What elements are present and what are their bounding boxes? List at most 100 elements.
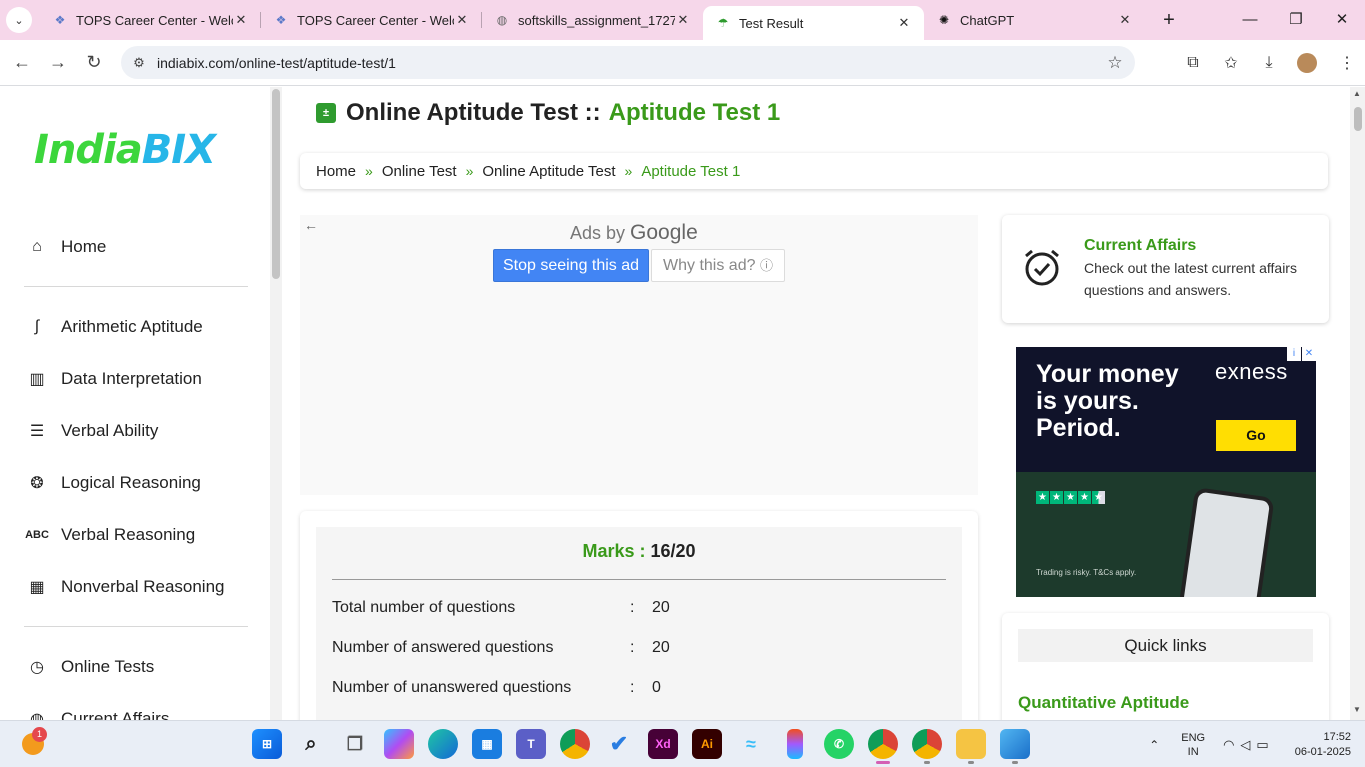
result-row-colon: : <box>630 679 635 696</box>
sidebar-scrollbar-thumb[interactable] <box>272 89 280 279</box>
bookmarks-icon[interactable]: ✩ <box>1213 53 1249 73</box>
site-info-icon[interactable]: ⚙ <box>121 55 157 71</box>
sidebar-item-verbal-ability[interactable]: ☰ Verbal Ability <box>24 416 159 446</box>
chrome-profile-icon[interactable] <box>868 729 898 764</box>
current-affairs-title[interactable]: Current Affairs <box>1084 237 1196 255</box>
back-icon[interactable]: ← <box>4 52 40 73</box>
exness-display-ad[interactable]: i ✕ Your money is yours. Period. exness … <box>1016 347 1316 597</box>
url-text[interactable]: indiabix.com/online-test/aptitude-test/1 <box>157 55 1095 71</box>
ad-headline-line: is yours. <box>1036 387 1139 415</box>
forward-icon[interactable]: → <box>40 52 76 73</box>
clock-icon: ◷ <box>30 659 44 676</box>
search-icon[interactable]: ⌕ <box>296 729 326 759</box>
home-icon: ⌂ <box>32 238 42 255</box>
breadcrumb-link-home[interactable]: Home <box>316 163 356 180</box>
calculator-icon: ± <box>316 103 336 123</box>
close-tab-icon[interactable]: ✕ <box>454 12 470 28</box>
sidebar-item-nonverbal-reasoning[interactable]: ▦ Nonverbal Reasoning <box>24 572 225 602</box>
show-hidden-icons-icon[interactable]: ⌃ <box>1149 738 1159 752</box>
adchoices-icon[interactable]: i <box>1287 347 1301 361</box>
more-menu-icon[interactable]: ⋮ <box>1329 53 1365 73</box>
browser-tab[interactable]: ✺ ChatGPT ✕ <box>924 0 1145 40</box>
breadcrumb-link-online-aptitude-test[interactable]: Online Aptitude Test <box>482 163 615 180</box>
copilot-icon[interactable] <box>384 729 414 759</box>
page-scrollbar[interactable]: ▲ ▼ <box>1350 87 1365 720</box>
extensions-icon[interactable]: ⧉ <box>1175 54 1211 72</box>
language-indicator[interactable]: ENG IN <box>1181 731 1205 759</box>
checklist-icon: ☰ <box>29 423 45 440</box>
new-tab-icon[interactable]: + <box>1155 9 1183 32</box>
why-this-ad-button[interactable]: Why this ad? ⓘ <box>651 249 785 282</box>
adobe-illustrator-icon[interactable]: Ai <box>692 729 722 759</box>
scroll-up-arrow-icon[interactable]: ▲ <box>1353 89 1361 98</box>
task-view-icon[interactable]: ❐ <box>340 729 370 759</box>
close-tab-icon[interactable]: ✕ <box>675 12 691 28</box>
edge-icon[interactable] <box>428 729 458 759</box>
close-tab-icon[interactable]: ✕ <box>1117 12 1133 28</box>
teams-icon[interactable]: T <box>516 729 546 759</box>
chrome-profile-2-icon[interactable] <box>912 729 942 764</box>
sidebar-item-online-tests[interactable]: ◷ Online Tests <box>24 652 154 682</box>
close-tab-icon[interactable]: ✕ <box>896 15 912 31</box>
omnibox[interactable]: ⚙ indiabix.com/online-test/aptitude-test… <box>121 46 1135 79</box>
browser-tab[interactable]: ❖ TOPS Career Center - Welco ✕ <box>40 0 261 40</box>
tab-title: TOPS Career Center - Welco <box>76 12 233 28</box>
sidebar-item-home[interactable]: ⌂ Home <box>24 232 106 262</box>
current-affairs-card[interactable]: Current Affairs Check out the latest cur… <box>1002 215 1329 323</box>
adobe-xd-icon[interactable]: Xd <box>648 729 678 759</box>
scroll-down-arrow-icon[interactable]: ▼ <box>1353 705 1361 714</box>
tailwind-icon[interactable]: ≈ <box>736 729 766 759</box>
chatgpt-icon: ✺ <box>938 13 950 27</box>
minimize-icon[interactable]: — <box>1227 0 1273 40</box>
bar-chart-icon: ▥ <box>29 371 45 388</box>
result-row-value: 0 <box>652 679 661 696</box>
sidebar-item-label: Nonverbal Reasoning <box>61 577 225 596</box>
bookmark-star-icon[interactable]: ☆ <box>1095 53 1135 73</box>
reload-icon[interactable]: ↻ <box>76 52 112 73</box>
sidebar-scrollbar[interactable] <box>270 87 282 720</box>
tops-favicon-icon: ❖ <box>275 13 287 27</box>
close-window-icon[interactable]: ✕ <box>1319 0 1365 40</box>
microsoft-store-icon[interactable]: ▦ <box>472 729 502 759</box>
quick-link-quantitative-aptitude[interactable]: Quantitative Aptitude <box>1018 693 1189 713</box>
sidebar-item-logical-reasoning[interactable]: ❂ Logical Reasoning <box>24 468 201 498</box>
tab-search-icon[interactable]: ⌄ <box>6 7 32 33</box>
browser-tab[interactable]: ❖ TOPS Career Center - Welco ✕ <box>261 0 482 40</box>
figma-icon[interactable] <box>787 729 803 759</box>
ad-close-icon[interactable]: ✕ <box>1302 347 1316 361</box>
close-tab-icon[interactable]: ✕ <box>233 12 249 28</box>
system-tray: ⌃ ENG IN ◠◁▭ 17:52 06-01-2025 <box>1149 721 1365 767</box>
marks-label: Marks : <box>582 541 646 561</box>
ad-go-button[interactable]: Go <box>1216 420 1296 451</box>
browser-tab[interactable]: ◍ softskills_assignment_17275 ✕ <box>482 0 703 40</box>
stop-seeing-ad-button[interactable]: Stop seeing this ad <box>493 249 649 282</box>
photos-icon[interactable] <box>1000 729 1030 764</box>
notification-badge: 1 <box>32 727 47 742</box>
indiabix-logo[interactable]: IndiaBIX <box>34 127 234 187</box>
restore-icon[interactable]: ❐ <box>1273 0 1319 40</box>
windows-start-icon[interactable]: ⊞ <box>252 729 282 759</box>
todo-icon[interactable]: ✔ <box>604 729 634 759</box>
download-icon[interactable]: ⤓ <box>1251 54 1287 72</box>
tab-title: softskills_assignment_17275 <box>518 12 675 28</box>
chrome-icon[interactable] <box>560 729 590 759</box>
profile-avatar[interactable] <box>1297 53 1317 73</box>
sidebar-item-arithmetic-aptitude[interactable]: ∫ Arithmetic Aptitude <box>24 312 203 342</box>
taskbar-clock[interactable]: 17:52 06-01-2025 <box>1295 730 1351 760</box>
window-controls: — ❐ ✕ <box>1227 0 1365 40</box>
sidebar-item-data-interpretation[interactable]: ▥ Data Interpretation <box>24 364 201 394</box>
network-volume-battery-icons[interactable]: ◠◁▭ <box>1223 737 1275 753</box>
file-explorer-icon[interactable] <box>956 729 986 764</box>
sidebar-item-verbal-reasoning[interactable]: ABC Verbal Reasoning <box>24 520 195 550</box>
whatsapp-icon[interactable]: ✆ <box>824 729 854 759</box>
ads-by-google: Ads by Google <box>570 221 698 245</box>
breadcrumb-link-online-test[interactable]: Online Test <box>382 163 457 180</box>
star-icon: ★ <box>1064 491 1077 504</box>
page-scrollbar-thumb[interactable] <box>1354 107 1362 131</box>
browser-tab-bar: ⌄ ❖ TOPS Career Center - Welco ✕ ❖ TOPS … <box>0 0 1365 40</box>
ad-back-arrow-icon[interactable]: ← <box>304 217 318 233</box>
browser-tab-active[interactable]: ☂ Test Result ✕ <box>703 6 924 40</box>
result-divider <box>332 579 946 580</box>
weather-widget-icon[interactable]: 1 <box>22 727 47 755</box>
logic-icon: ❂ <box>30 475 44 492</box>
